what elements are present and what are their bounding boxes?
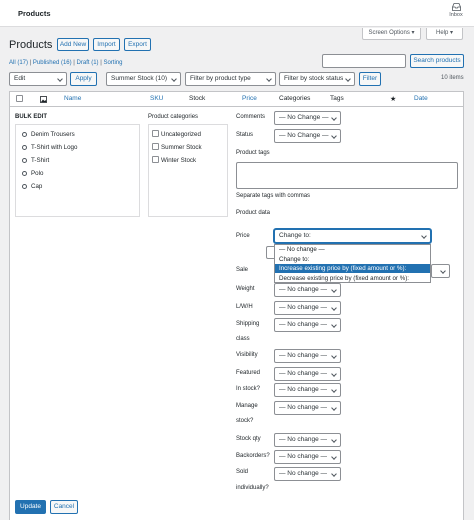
filter-button[interactable]: Filter [359, 72, 381, 86]
shipping-class-label: class [236, 336, 250, 342]
apply-button[interactable]: Apply [70, 72, 97, 86]
price-option-decrease[interactable]: Decrease existing price by (fixed amount… [275, 274, 430, 283]
sale-price-select[interactable] [431, 264, 450, 278]
product-categories-label: Product categories [148, 114, 199, 120]
price-label: Price [236, 233, 250, 239]
bulk-edit-product: Cap [22, 183, 42, 190]
stock-qty-select[interactable]: — No change — [274, 433, 341, 447]
price-option-increase[interactable]: Increase existing price by (fixed amount… [275, 264, 430, 273]
stock-qty-label: Stock qty [236, 436, 261, 442]
backorders-label: Backorders? [236, 453, 270, 459]
column-date[interactable]: Date [414, 95, 428, 102]
search-input[interactable] [322, 54, 406, 68]
select-all-checkbox[interactable] [16, 95, 25, 103]
remove-icon[interactable] [22, 184, 27, 189]
category-checkbox-summer-stock[interactable]: Summer Stock [152, 143, 202, 151]
manage-stock-label-2: stock? [236, 418, 254, 424]
column-name[interactable]: Name [64, 95, 81, 102]
weight-label: Weight [236, 286, 255, 292]
column-stock: Stock [189, 95, 206, 102]
inbox-icon [451, 3, 461, 11]
inbox-label: Inbox [449, 12, 463, 18]
status-links: All (17) | Published (16) | Draft (1) | … [9, 60, 123, 66]
screen-options-label: Screen Options [368, 30, 410, 36]
search-products-button[interactable]: Search products [410, 54, 464, 68]
tags-hint: Separate tags with commas [236, 193, 311, 199]
shipping-class-select[interactable]: — No change — [274, 318, 341, 332]
bulk-edit-product: T-Shirt with Logo [22, 144, 77, 151]
manage-stock-label: Manage [236, 403, 258, 409]
column-tags: Tags [330, 95, 344, 102]
featured-select[interactable]: — No change — [274, 367, 341, 381]
sold-individually-label-2: individually? [236, 485, 269, 491]
in-stock-select[interactable]: — No change — [274, 383, 341, 397]
link-draft[interactable]: Draft (1) [77, 60, 99, 66]
bulk-edit-product: Denim Trousers [22, 131, 75, 138]
sale-label: Sale [236, 267, 249, 273]
featured-star-icon[interactable]: ★ [390, 95, 396, 103]
top-bar-title: Products [18, 9, 51, 18]
add-new-button[interactable]: Add New [57, 38, 89, 51]
bulk-action-select[interactable]: Edit [9, 72, 67, 86]
import-button[interactable]: Import [93, 38, 120, 51]
image-column-icon [40, 96, 47, 103]
bulk-edit-product: T-Shirt [22, 157, 49, 164]
shipping-label: Shipping [236, 321, 260, 327]
product-tags-textarea[interactable] [236, 162, 458, 189]
update-button[interactable]: Update [15, 500, 46, 514]
remove-icon[interactable] [22, 145, 27, 150]
sold-individually-select[interactable]: — No change — [274, 467, 341, 481]
link-published[interactable]: Published (16) [33, 60, 72, 66]
category-filter-select[interactable]: Summer Stock (10) [106, 72, 181, 86]
remove-icon[interactable] [22, 171, 27, 176]
items-count: 10 items [441, 75, 464, 81]
backorders-select[interactable]: — No change — [274, 450, 341, 464]
help-label: Help [435, 30, 449, 36]
export-button[interactable]: Export [124, 38, 151, 51]
screen-options-tab[interactable]: Screen Options ▾ [362, 28, 421, 40]
comments-select[interactable]: — No Change — [274, 111, 341, 125]
link-sorting[interactable]: Sorting [103, 60, 122, 66]
column-categories: Categories [279, 95, 311, 102]
bulk-edit-product: Polo [22, 170, 43, 177]
price-change-select[interactable]: Change to: [274, 229, 431, 243]
in-stock-label: In stock? [236, 386, 261, 392]
lwh-select[interactable]: — No change — [274, 301, 341, 315]
category-checkbox-winter-stock[interactable]: Winter Stock [152, 156, 196, 164]
cancel-button[interactable]: Cancel [50, 500, 78, 514]
manage-stock-select[interactable]: — No change — [274, 401, 341, 415]
stock-status-filter-select[interactable]: Filter by stock status [279, 72, 355, 86]
column-sku[interactable]: SKU [150, 95, 163, 102]
price-option-change-to[interactable]: Change to: [275, 255, 430, 264]
table-header: Name SKU Stock Price Categories Tags ★ D… [9, 91, 464, 107]
visibility-select[interactable]: — No change — [274, 349, 341, 363]
remove-icon[interactable] [22, 132, 27, 137]
weight-select[interactable]: — No change — [274, 283, 341, 297]
lwh-label: L/W/H [236, 304, 253, 310]
bulk-edit-title: BULK EDIT [15, 114, 47, 120]
product-tags-label: Product tags [236, 150, 270, 156]
price-dropdown-list: — No change — Change to: Increase existi… [274, 244, 431, 283]
category-checkbox-uncategorized[interactable]: Uncategorized [152, 130, 201, 138]
visibility-label: Visibility [236, 352, 258, 358]
featured-label: Featured [236, 370, 261, 376]
price-option-no-change[interactable]: — No change — [275, 245, 430, 254]
status-select[interactable]: — No Change — [274, 129, 341, 143]
product-data-label: Product data [236, 210, 271, 216]
column-price[interactable]: Price [242, 95, 257, 102]
remove-icon[interactable] [22, 158, 27, 163]
help-tab[interactable]: Help ▾ [426, 28, 463, 40]
status-label: Status [236, 132, 254, 138]
link-all[interactable]: All (17) [9, 60, 28, 66]
comments-label: Comments [236, 114, 266, 120]
product-type-filter-select[interactable]: Filter by product type [185, 72, 276, 86]
page-title: Products [9, 39, 53, 51]
sold-individually-label: Sold [236, 469, 249, 475]
inbox-button[interactable]: Inbox [446, 3, 466, 18]
admin-top-bar: Products Inbox [0, 0, 474, 27]
